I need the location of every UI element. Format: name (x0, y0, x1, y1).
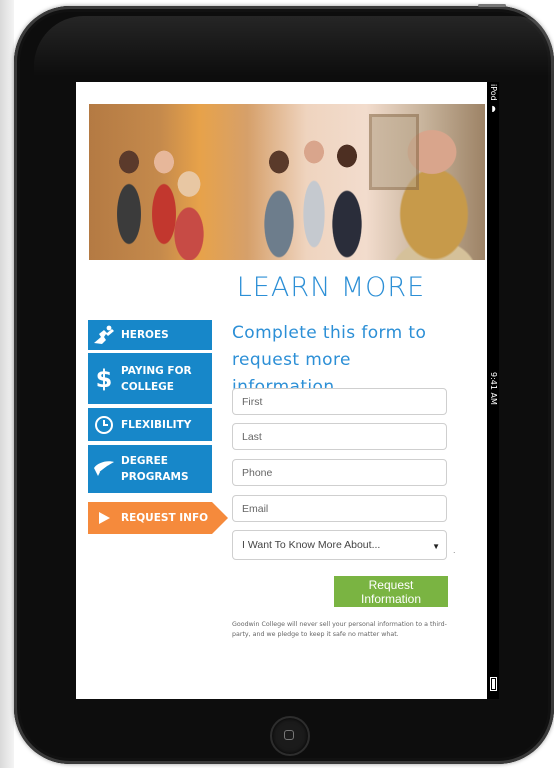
phone-field[interactable] (232, 459, 447, 486)
request-information-button[interactable]: Request Information (334, 576, 448, 607)
nav-item-degree-programs[interactable]: DEGREE PROGRAMS (88, 445, 212, 493)
nav-item-flexibility[interactable]: FLEXIBILITY (88, 408, 212, 441)
nav-item-paying-for-college[interactable]: $ PAYING FOR COLLEGE (88, 353, 212, 404)
hero-photo-teacher-children (89, 104, 485, 260)
last-name-field[interactable] (232, 423, 447, 450)
status-carrier: iPod (489, 84, 498, 101)
email-field[interactable] (232, 495, 447, 522)
sleep-button[interactable] (478, 4, 506, 7)
background-edge (0, 0, 14, 768)
home-square-icon (284, 730, 294, 740)
battery-icon (490, 677, 497, 691)
first-name-field[interactable] (232, 388, 447, 415)
stray-dot: . (453, 545, 456, 555)
interest-select[interactable]: I Want To Know More About... ▼ (232, 530, 447, 560)
nav-label-flexibility: FLEXIBILITY (121, 418, 192, 431)
clock-icon (90, 415, 118, 435)
play-arrow-icon (90, 511, 118, 525)
interest-select-value: I Want To Know More About... (242, 539, 381, 551)
frame-highlight (34, 16, 554, 76)
phone-input[interactable] (242, 466, 446, 479)
nav-label-degree-programs: DEGREE PROGRAMS (121, 455, 189, 483)
last-name-input[interactable] (242, 430, 446, 443)
email-input[interactable] (242, 502, 446, 515)
home-button[interactable] (270, 716, 310, 756)
status-time: 9:41 AM (489, 372, 498, 405)
status-bar: iPod ◗ 9:41 AM (487, 82, 499, 699)
hero-figure-icon (90, 325, 118, 345)
nav-label-paying-for-college: PAYING FOR COLLEGE (121, 364, 192, 393)
dollar-icon: $ (95, 364, 113, 393)
nav-label-request-info: REQUEST INFO (121, 512, 209, 524)
privacy-disclaimer: Goodwin College will never sell your per… (232, 621, 447, 638)
nav-item-heroes[interactable]: HEROES (88, 320, 212, 350)
nav-label-heroes: HEROES (121, 329, 169, 341)
graduation-cap-icon (90, 460, 118, 478)
hero-photo-window (369, 114, 419, 190)
page-title: LEARN MORE (236, 272, 426, 303)
wifi-icon: ◗ (489, 104, 498, 113)
ipad-screen: LEARN MORE HEROES $ PAYING FOR COLLEGE F… (76, 82, 499, 699)
first-name-input[interactable] (242, 395, 446, 408)
dropdown-caret-icon: ▼ (432, 542, 440, 551)
nav-item-request-info[interactable]: REQUEST INFO (88, 502, 228, 534)
